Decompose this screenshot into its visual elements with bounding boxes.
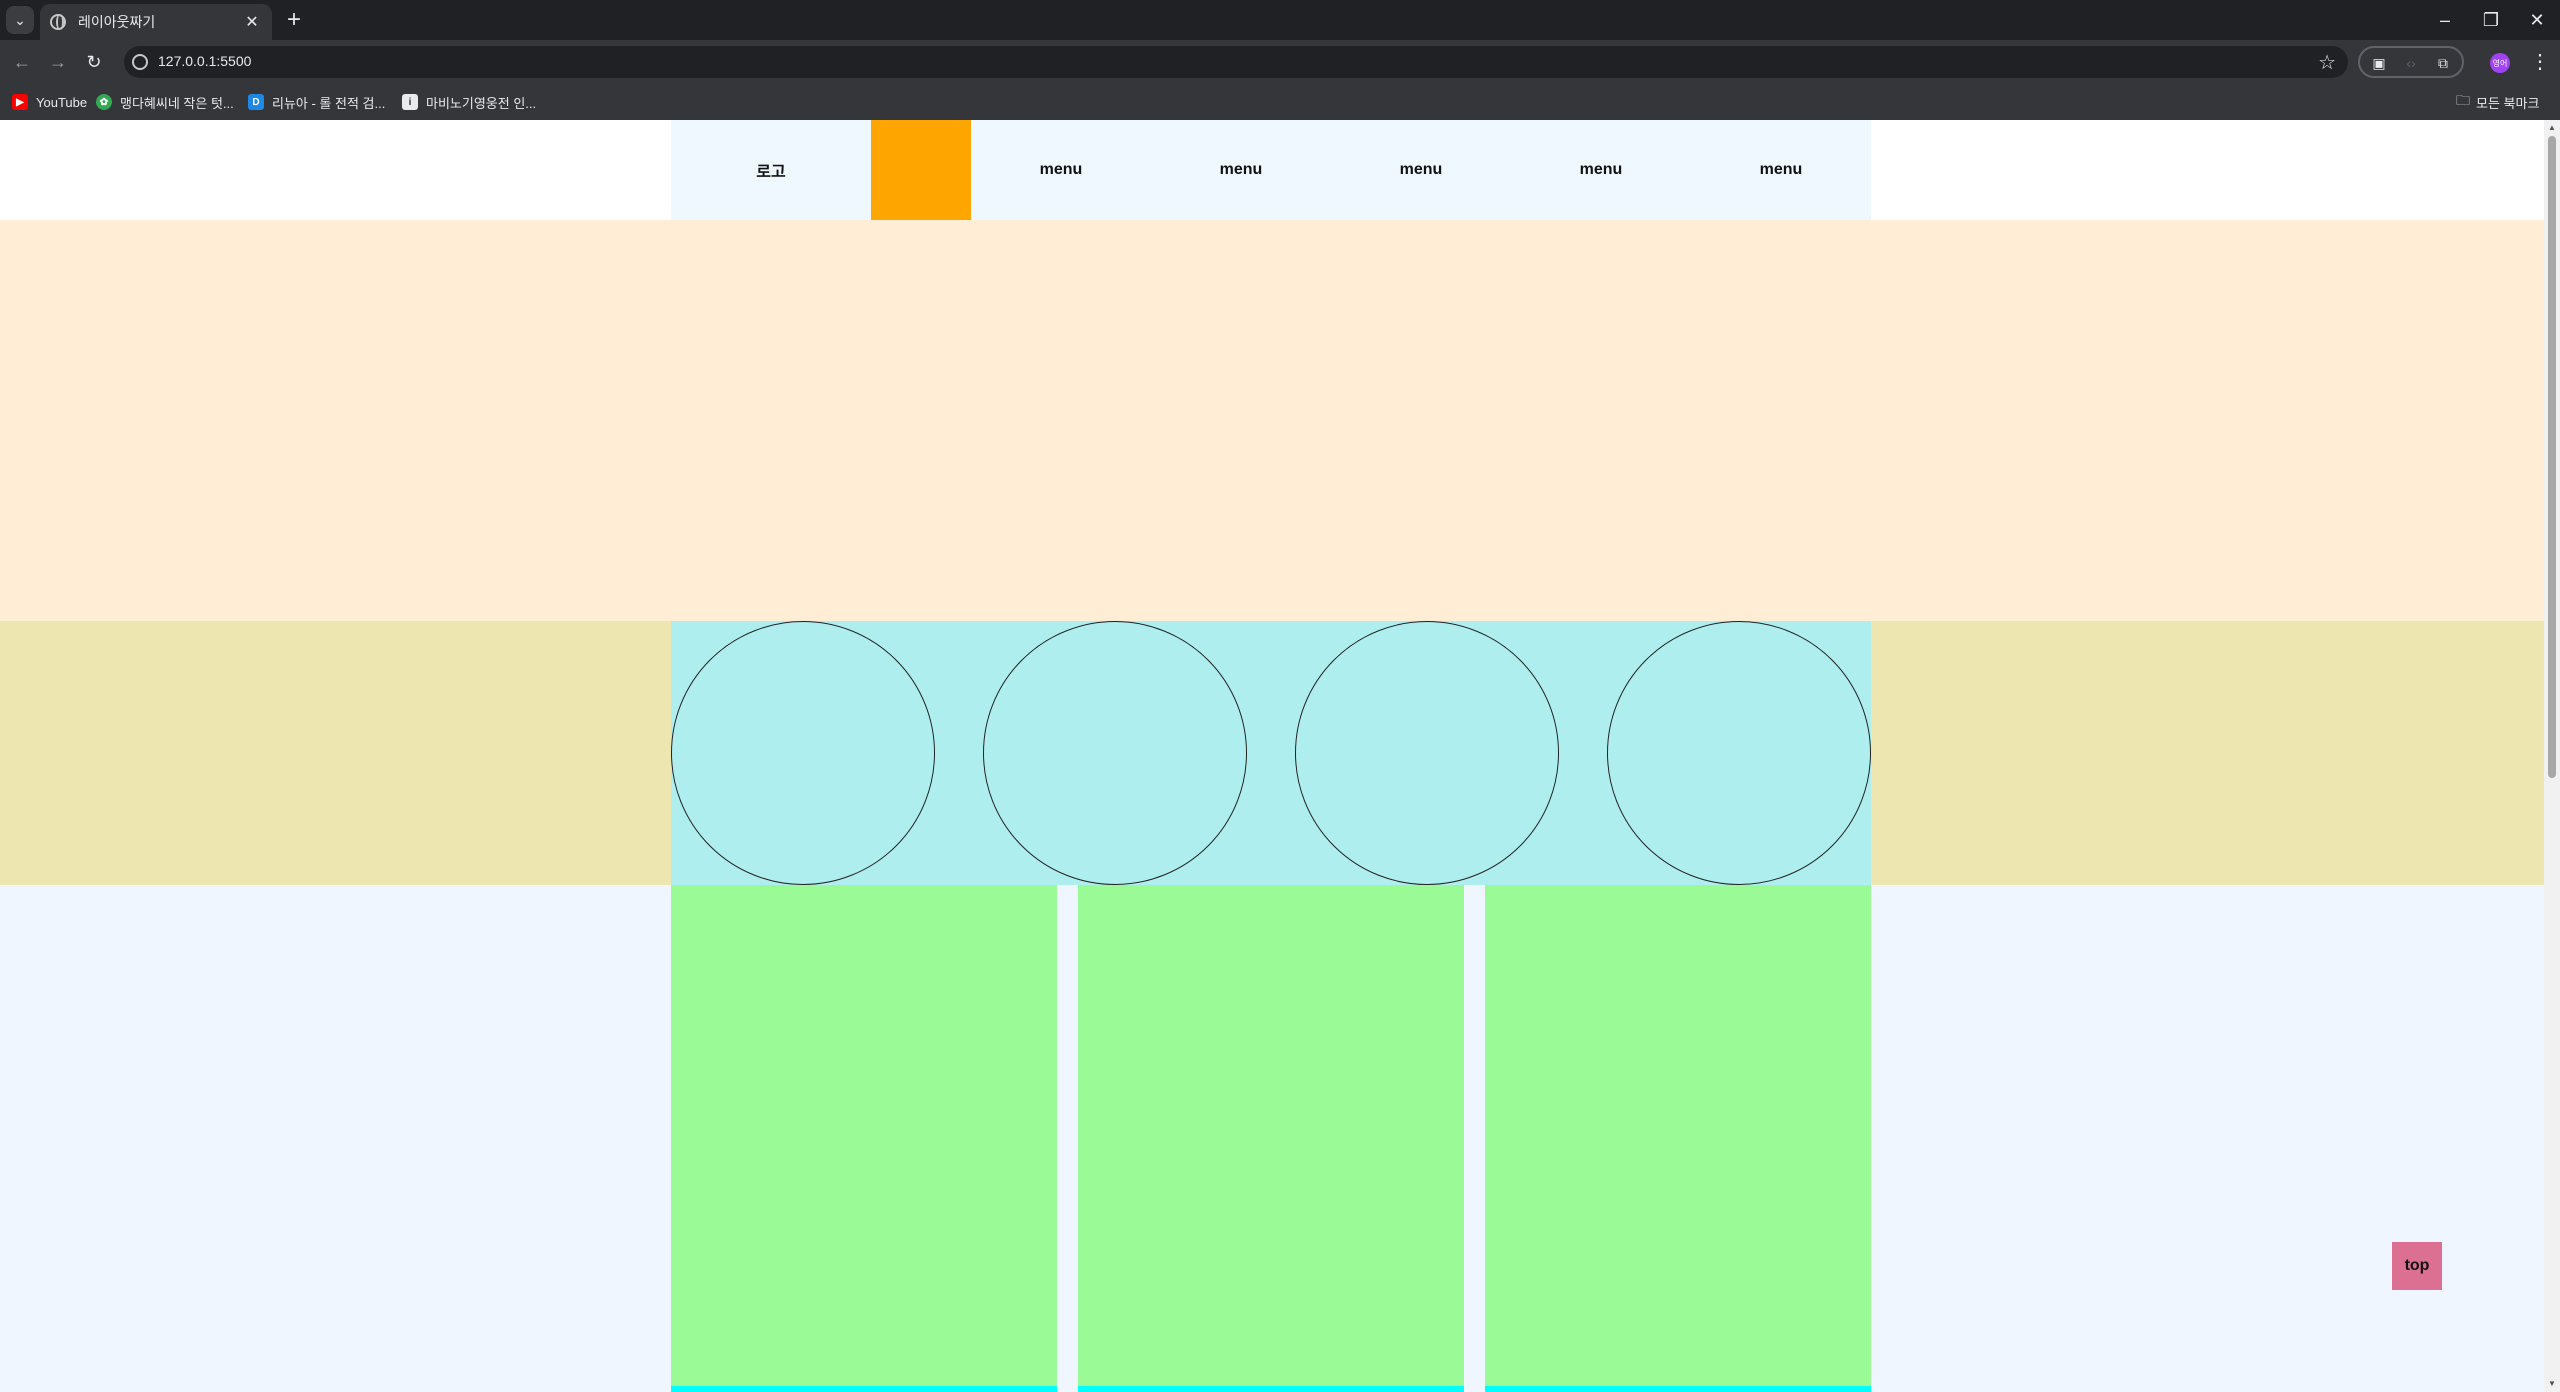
bookmarks-bar: ▶ YouTube ✿ 맹다혜씨네 작은 텃... D 리뉴아 - 롤 전적 검… — [0, 84, 2560, 120]
back-button[interactable]: ← — [8, 48, 36, 76]
address-bar[interactable]: 127.0.0.1:5500 ☆ — [124, 46, 2348, 78]
tab-search-button[interactable]: ⌄ — [6, 6, 34, 34]
circle-item-4 — [1607, 621, 1871, 885]
scroll-top-button[interactable]: top — [2392, 1242, 2442, 1290]
circle-section — [0, 621, 2544, 885]
site-info-icon[interactable] — [132, 54, 148, 70]
bookmark-label: 리뉴아 - 롤 전적 검... — [272, 95, 386, 111]
extension-icon[interactable]: ▣ — [2370, 54, 2388, 72]
banner-section — [0, 220, 2544, 621]
leaf-icon: ✿ — [96, 94, 112, 110]
tab-title: 레이아웃짜기 — [78, 14, 156, 30]
circle-item-3 — [1295, 621, 1559, 885]
card-item-2 — [1078, 885, 1464, 1392]
youtube-icon: ▶ — [12, 94, 28, 110]
all-bookmarks-folder[interactable]: 🗀 모든 북마크 — [2456, 92, 2539, 112]
logo[interactable]: 로고 — [671, 120, 871, 220]
bookmark-label: 마비노기영웅전 인... — [426, 95, 537, 111]
nav-menu-2[interactable]: menu — [1151, 120, 1331, 220]
nav-menu-4[interactable]: menu — [1511, 120, 1691, 220]
extensions-group: ▣ ‹› ⧉ — [2358, 46, 2464, 78]
browser-toolbar: ← → ↻ 127.0.0.1:5500 ☆ ▣ ‹› ⧉ 영어 ⋮ — [0, 40, 2560, 84]
bookmark-label: YouTube — [36, 94, 88, 110]
bookmark-star-icon[interactable]: ☆ — [2318, 50, 2336, 75]
close-tab-icon[interactable]: ✕ — [242, 12, 262, 32]
card-item-1 — [671, 885, 1057, 1392]
card-item-3 — [1485, 885, 1871, 1392]
folder-icon: 🗀 — [2456, 92, 2470, 108]
restore-button[interactable]: ❐ — [2468, 0, 2514, 40]
profile-avatar[interactable]: 영어 — [2490, 53, 2510, 73]
bookmark-youtube[interactable]: ▶ YouTube — [12, 92, 87, 112]
scrollbar-thumb[interactable] — [2548, 136, 2556, 778]
bookmark-label: 맹다혜씨네 작은 텃... — [120, 95, 234, 111]
globe-icon — [50, 14, 66, 30]
more-menu-icon[interactable]: ⋮ — [2528, 48, 2552, 76]
card-section — [0, 885, 2544, 1392]
bookmark-lol[interactable]: D 리뉴아 - 롤 전적 검... — [248, 92, 385, 112]
d-letter-icon: D — [248, 94, 264, 110]
code-extension-icon[interactable]: ‹› — [2402, 54, 2420, 72]
orange-block — [871, 120, 971, 220]
page-scrollbar[interactable]: ▲ ▼ — [2544, 120, 2560, 1392]
new-tab-button[interactable]: + — [280, 6, 308, 34]
forward-button[interactable]: → — [44, 48, 72, 76]
nav-menu-1[interactable]: menu — [971, 120, 1151, 220]
header-row: 로고 menu menu menu menu menu — [0, 120, 2544, 220]
circle-item-2 — [983, 621, 1247, 885]
reload-button[interactable]: ↻ — [80, 48, 108, 76]
close-window-button[interactable]: ✕ — [2514, 0, 2560, 40]
header: 로고 menu menu menu menu menu — [671, 120, 1871, 220]
nav-menu-5[interactable]: menu — [1691, 120, 1871, 220]
url-text[interactable]: 127.0.0.1:5500 — [158, 53, 251, 69]
active-tab[interactable]: 레이아웃짜기 ✕ — [40, 4, 272, 40]
bookmark-vindictus[interactable]: i 마비노기영웅전 인... — [402, 92, 536, 112]
tab-strip: ⌄ 레이아웃짜기 ✕ + – ❐ ✕ — [0, 0, 2560, 40]
circle-item-1 — [671, 621, 935, 885]
nav-menu-3[interactable]: menu — [1331, 120, 1511, 220]
m-letter-icon: i — [402, 94, 418, 110]
page-viewport: 로고 menu menu menu menu menu top — [0, 120, 2544, 1392]
puzzle-icon[interactable]: ⧉ — [2434, 54, 2452, 72]
circle-container — [671, 621, 1871, 885]
scroll-up-arrow-icon[interactable]: ▲ — [2548, 124, 2556, 132]
all-bookmarks-label: 모든 북마크 — [2476, 95, 2540, 111]
bookmark-garden[interactable]: ✿ 맹다혜씨네 작은 텃... — [96, 92, 234, 112]
minimize-button[interactable]: – — [2422, 0, 2468, 40]
scroll-down-arrow-icon[interactable]: ▼ — [2548, 1380, 2556, 1388]
